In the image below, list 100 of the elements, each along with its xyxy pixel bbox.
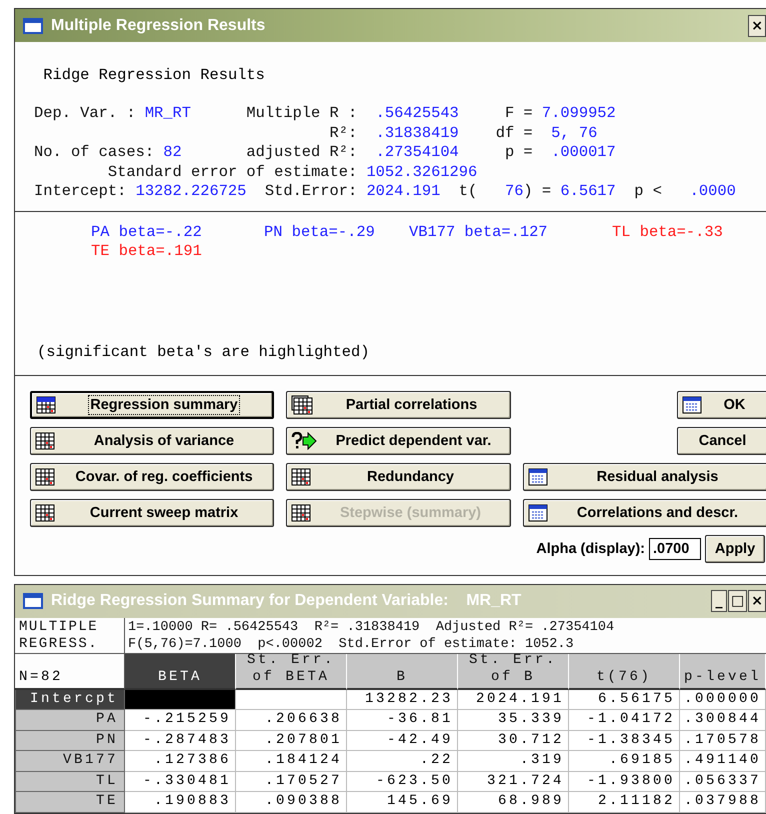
table-cell: .207801	[236, 730, 347, 752]
result-value: .27354104	[376, 143, 459, 163]
result-value: MR_RT	[144, 104, 191, 124]
close-button[interactable]: ×	[748, 14, 766, 36]
result-value: 7.099952	[542, 104, 616, 124]
table-cell: 2.11182	[569, 792, 680, 813]
close-button[interactable]: ×	[748, 590, 766, 612]
table-cell: 6.56175	[569, 690, 680, 710]
dialog-button[interactable]: Redundancy	[286, 462, 511, 491]
info-label: MULTIPLE	[19, 618, 100, 636]
grid-icon	[291, 504, 311, 522]
highlight-note: (significant beta's are highlighted)	[37, 342, 370, 361]
dialog-button[interactable]: Cancel	[677, 426, 766, 455]
column-header[interactable]: BETA	[125, 654, 236, 690]
row-header[interactable]: TL	[15, 772, 125, 792]
result-value: .000017	[551, 143, 616, 163]
result-label: R²:	[330, 124, 358, 144]
table-cell: .090388	[236, 792, 347, 813]
table-cell: -.287483	[125, 730, 236, 752]
grid-icon	[291, 468, 311, 486]
info-label: REGRESS.	[19, 636, 100, 653]
table-cell: 68.989	[458, 792, 569, 813]
column-header[interactable]: t(76)	[569, 654, 680, 690]
alpha-label: Alpha (display):	[536, 540, 645, 557]
row-header[interactable]: PA	[15, 710, 125, 731]
result-value: .31838419	[376, 124, 459, 144]
result-label: Intercept:	[34, 182, 126, 202]
dialog-button[interactable]: Correlations and descr.	[523, 498, 766, 527]
window-icon	[23, 593, 43, 610]
result-label: F =	[504, 104, 533, 124]
table-icon	[528, 468, 548, 486]
column-header[interactable]: St. Err. of BETA	[236, 654, 347, 690]
result-value: 1052.3261296	[366, 162, 478, 182]
result-label: ) =	[523, 182, 552, 202]
table-cell: -36.81	[347, 710, 458, 731]
column-header[interactable]: p-level	[680, 654, 766, 690]
grid-icon	[36, 396, 56, 414]
dialog-button[interactable]: Regression summary	[30, 390, 274, 419]
table-cell: 145.69	[347, 792, 458, 813]
info-line: F(5,76)=7.1000 p<.00002 Std.Error of estimate: 1052.3	[128, 636, 575, 653]
result-label: No. of cases:	[34, 143, 154, 163]
table-cell: -.330481	[125, 772, 236, 792]
table-cell: .69185	[569, 751, 680, 772]
beta-text: TE beta=.191	[91, 242, 203, 261]
table-cell: -.215259	[125, 710, 236, 731]
table-cell: .037988	[680, 792, 766, 813]
question-arrow-icon	[291, 432, 317, 450]
grid-icon	[35, 432, 55, 450]
info-line: 1=.10000 R= .56425543 R²= .31838419 Adjusted R²= .27354104	[128, 618, 616, 636]
table-cell: .127386	[125, 751, 236, 772]
table-cell: .300844	[680, 710, 766, 731]
table-cell: 2024.191	[458, 690, 569, 710]
beta-text: TL beta=-.33	[612, 222, 724, 242]
dialog-button[interactable]: OK	[677, 390, 766, 419]
table-icon	[528, 504, 548, 522]
table-cell: -1.38345	[569, 730, 680, 752]
window-icon	[23, 18, 43, 34]
table-cell: .056337	[680, 772, 766, 792]
result-value: 5, 76	[551, 124, 598, 144]
table-cell: .491140	[680, 751, 766, 772]
result-value: 13282.226725	[136, 182, 246, 202]
row-header[interactable]: Intercpt	[15, 690, 125, 710]
row-header[interactable]: TE	[15, 792, 125, 813]
dialog-button[interactable]: Analysis of variance	[30, 426, 274, 455]
dialog-button[interactable]: Predict dependent var.	[286, 426, 511, 455]
maximize-button[interactable]: □	[728, 590, 748, 612]
beta-text: VB177 beta=.127	[409, 222, 549, 242]
result-label: Std.Error:	[264, 182, 358, 202]
table-cell: -1.93800	[569, 772, 680, 792]
result-label: t(	[458, 182, 478, 202]
result-label: p <	[634, 182, 662, 202]
column-header[interactable]: B	[347, 654, 458, 690]
result-value: 76	[504, 182, 524, 202]
result-label: df =	[496, 124, 533, 144]
result-value: .56425543	[376, 104, 459, 124]
table-cell: -623.50	[347, 772, 458, 792]
row-header[interactable]: PN	[15, 730, 125, 752]
apply-button[interactable]: Apply	[705, 534, 765, 563]
table-cell: 30.712	[458, 730, 569, 752]
minimize-button[interactable]: _	[711, 590, 728, 612]
result-value: 82	[163, 143, 182, 163]
table-icon	[682, 396, 702, 414]
table-cell: .206638	[236, 710, 347, 731]
beta-text: PN beta=-.29	[264, 222, 376, 242]
grid-icon	[35, 468, 55, 486]
alpha-field[interactable]: .0700	[649, 538, 701, 560]
table-cell: .22	[347, 751, 458, 772]
row-header[interactable]: VB177	[15, 751, 125, 772]
table-cell: 321.724	[458, 772, 569, 792]
beta-text: PA beta=-.22	[91, 222, 203, 242]
window-title: Ridge Regression Summary for Dependent Variable: MR_RT	[51, 592, 522, 610]
table-cell: -1.04172	[569, 710, 680, 731]
dialog-button[interactable]: Partial correlations	[286, 390, 511, 419]
dialog-button[interactable]: Covar. of reg. coefficients	[30, 462, 274, 491]
dialog-button[interactable]: Residual analysis	[523, 462, 766, 491]
table-cell: .190883	[125, 792, 236, 813]
result-label: Multiple R :	[246, 104, 358, 124]
column-header[interactable]: St. Err. of B	[458, 654, 569, 690]
table-cell: .184124	[236, 751, 347, 772]
dialog-button[interactable]: Current sweep matrix	[30, 498, 274, 527]
